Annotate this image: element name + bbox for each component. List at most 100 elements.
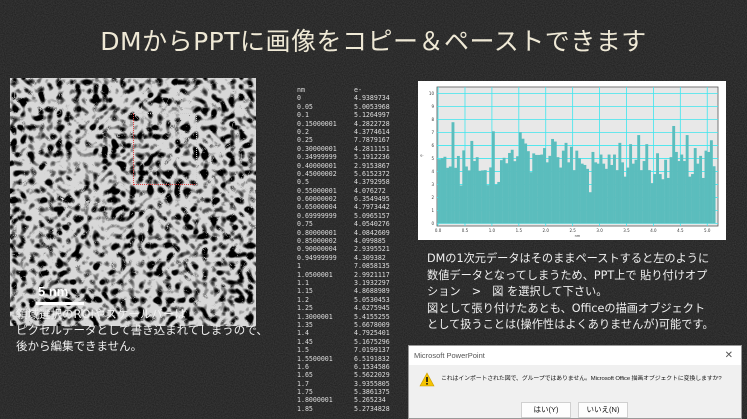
cell-nm: 0.05 <box>297 102 313 111</box>
bar <box>462 150 466 224</box>
y-tick-label: 10 <box>429 91 435 96</box>
powerpoint-dialog: Microsoft PowerPoint ✕ これはインポートされた図で、グルー… <box>408 345 742 419</box>
table-row: 0.90000004 2.9395521 <box>297 245 407 253</box>
bar <box>446 167 450 224</box>
table-row: 1.8000001 5.265234 <box>297 396 407 404</box>
table-row: 0.80000001 4.0842609 <box>297 229 407 237</box>
bar <box>583 164 587 224</box>
cell-e: 6.3549495 <box>354 195 390 204</box>
header-e: e- <box>354 86 362 94</box>
bar <box>637 135 641 224</box>
close-icon[interactable]: ✕ <box>725 346 733 365</box>
cell-nm: 0.75 <box>297 220 313 229</box>
cell-nm: 1.4 <box>297 329 309 338</box>
bar <box>505 163 509 224</box>
cell-nm: 0.80000001 <box>297 228 337 237</box>
table-row: 1.45 5.1675296 <box>297 338 407 346</box>
y-tick-label: 8 <box>431 117 434 122</box>
left-caption: 領域選択のROIやスケールバーは ピクセルデータとして書き込まれてしまうので、 … <box>16 306 291 354</box>
cell-e: 5.6152372 <box>354 169 390 178</box>
cell-e: 4.3774614 <box>354 127 390 136</box>
cell-nm: 1.65 <box>297 371 313 380</box>
bar <box>464 166 468 224</box>
table-row: 1.4 4.7925401 <box>297 329 407 337</box>
cell-nm: 0.5 <box>297 178 309 187</box>
y-tick-label: 5 <box>431 156 434 161</box>
dialog-title: Microsoft PowerPoint <box>414 351 485 360</box>
cell-e: 5.1912236 <box>354 153 390 162</box>
bar <box>537 154 541 224</box>
cell-nm: 1.5500001 <box>297 354 333 363</box>
cell-e: 4.3792958 <box>354 178 390 187</box>
bar <box>532 153 536 224</box>
y-tick-label: 1 <box>431 208 434 213</box>
bar <box>526 151 530 224</box>
bar <box>658 174 662 224</box>
bar <box>683 161 686 224</box>
bar <box>618 142 622 224</box>
x-axis-label: nm <box>575 234 581 238</box>
bar <box>580 163 584 224</box>
bar <box>521 138 525 224</box>
cell-e: 2.9153867 <box>354 161 390 170</box>
bar <box>553 141 557 224</box>
bar <box>575 150 579 224</box>
cell-nm: 0.1 <box>297 111 309 120</box>
bar <box>680 154 684 224</box>
cell-nm: 1.8000001 <box>297 396 333 405</box>
bar <box>508 152 511 224</box>
bar <box>567 162 571 224</box>
header-nm: nm <box>297 86 305 94</box>
bar <box>621 162 624 224</box>
table-row: 1.65 5.5622029 <box>297 371 407 379</box>
cell-nm: 0 <box>297 94 301 103</box>
cell-nm: 1.7 <box>297 379 309 388</box>
cell-e: 5.0053968 <box>354 102 390 111</box>
bar <box>551 138 555 224</box>
bar <box>494 184 498 224</box>
yes-button[interactable]: はい(Y) <box>521 402 571 418</box>
cell-e: 5.4155255 <box>354 312 390 321</box>
bar <box>669 157 673 224</box>
cell-nm: 0.30000001 <box>297 144 337 153</box>
y-tick-label: 9 <box>431 104 434 109</box>
table-row: 1.5500001 6.5191832 <box>297 355 407 363</box>
x-tick-label: 4.0 <box>650 228 657 233</box>
bar <box>556 157 560 224</box>
table-row: 1.25 4.6275945 <box>297 304 407 312</box>
bar <box>569 146 573 224</box>
bar <box>578 158 581 224</box>
bar <box>459 185 463 224</box>
table-row: 1.1 3.1932297 <box>297 279 407 287</box>
cell-nm: 1.0500001 <box>297 270 333 279</box>
table-row: 0 4.9389734 <box>297 94 407 102</box>
bar <box>572 170 576 224</box>
cell-e: 5.5622029 <box>354 371 390 380</box>
cell-e: 6.1534586 <box>354 362 390 371</box>
cell-e: 4.0540276 <box>354 220 390 229</box>
table-row: 0.75 4.0540276 <box>297 220 407 228</box>
cell-nm: 1.75 <box>297 388 313 397</box>
table-row: 0.05 5.0053968 <box>297 103 407 111</box>
table-row: 0.2 4.3774614 <box>297 128 407 136</box>
cell-nm: 0.69999999 <box>297 211 337 220</box>
cell-e: 4.7925401 <box>354 329 390 338</box>
bar <box>650 183 654 224</box>
bar <box>693 148 697 224</box>
bar <box>639 170 643 224</box>
cell-nm: 0.40000001 <box>297 161 337 170</box>
cell-nm: 1.15 <box>297 287 313 296</box>
bar <box>489 167 493 224</box>
table-row: 1.6 6.1534586 <box>297 363 407 371</box>
cell-nm: 1.6 <box>297 362 309 371</box>
bar <box>451 122 455 224</box>
description-line: として扱うことは(操作性はよくありませんが)可能です。 <box>427 318 714 331</box>
table-row: 0.1 5.1264997 <box>297 111 407 119</box>
cell-nm: 0.15000001 <box>297 119 337 128</box>
cell-e: 5.2734828 <box>354 404 390 413</box>
bar <box>540 154 544 224</box>
bar <box>712 166 716 224</box>
cell-nm: 1.5 <box>297 346 309 355</box>
no-button[interactable]: いいえ(N) <box>578 402 628 418</box>
table-row: 1.7 3.9355805 <box>297 380 407 388</box>
